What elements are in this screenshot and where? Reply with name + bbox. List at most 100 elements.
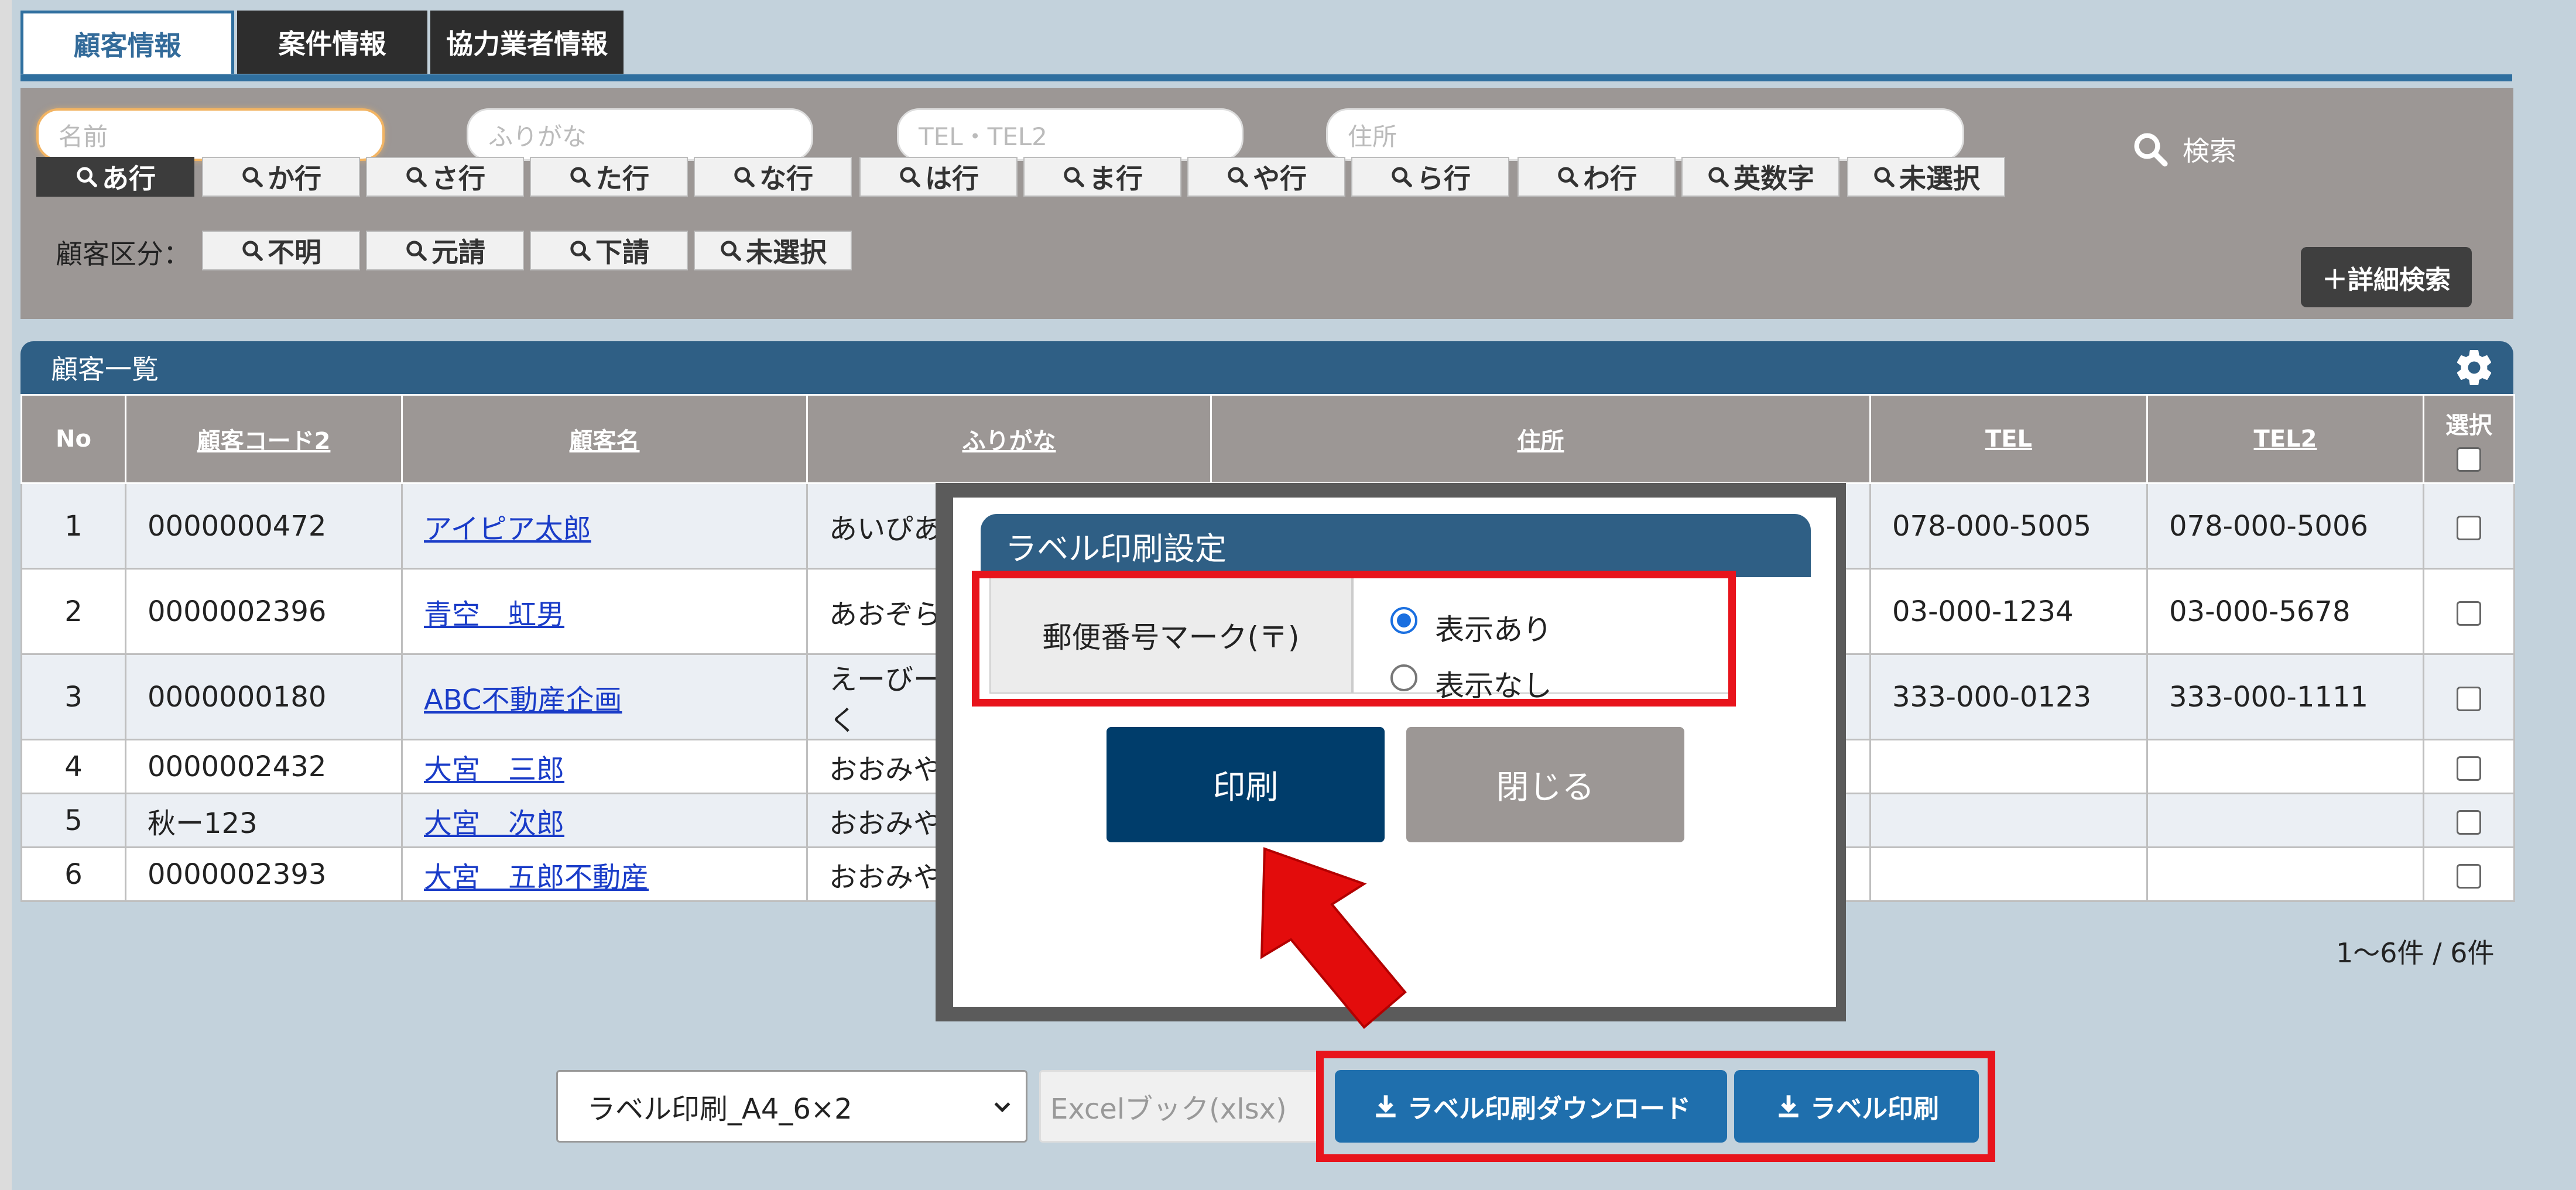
highlight-box-option (972, 571, 1736, 707)
customer-name-link[interactable]: ABC不動産企画 (424, 684, 622, 716)
select-all-checkbox[interactable] (2457, 447, 2481, 472)
row-tel: 078-000-5005 (1869, 482, 2148, 570)
row-no: 5 (20, 793, 126, 848)
kana-filter-8[interactable]: や行 (1187, 157, 1345, 197)
row-select-checkbox[interactable] (2457, 863, 2481, 889)
row-select-checkbox[interactable] (2457, 601, 2481, 626)
detail-search-button[interactable]: ＋詳細検索 (2301, 247, 2472, 307)
col-tel[interactable]: TEL (1869, 394, 2148, 484)
gear-icon[interactable] (2453, 347, 2495, 389)
kana-filter-4[interactable]: た行 (530, 157, 688, 197)
row-tel2 (2146, 739, 2424, 794)
row-code: 0000000180 (125, 653, 403, 740)
category-filter-1[interactable]: 不明 (202, 231, 360, 270)
search-icon (77, 167, 97, 187)
col-address[interactable]: 住所 (1210, 394, 1871, 484)
kana-filter-9[interactable]: ら行 (1351, 157, 1509, 197)
red-arrow-annotation (1260, 847, 1407, 1029)
tab-project-info[interactable]: 案件情報 (237, 11, 427, 74)
col-no: No (20, 394, 126, 484)
col-code[interactable]: 顧客コード2 (125, 394, 403, 484)
search-icon (1874, 167, 1895, 187)
tab-underline (20, 74, 2512, 81)
search-icon (721, 241, 741, 261)
search-panel (20, 88, 2513, 319)
search-icon (1708, 167, 1729, 187)
kana-filter-5[interactable]: な行 (694, 157, 852, 197)
search-label: 検索 (2183, 135, 2236, 167)
category-filter-4[interactable]: 未選択 (694, 231, 852, 270)
name-input[interactable]: 名前 (36, 108, 385, 161)
kana-filter-7[interactable]: ま行 (1023, 157, 1181, 197)
row-select-checkbox[interactable] (2457, 756, 2481, 781)
chevron-down-icon (994, 1102, 1010, 1113)
row-name-cell: 青空 虹男 (401, 568, 808, 655)
search-icon (570, 241, 591, 261)
format-select[interactable]: Excelブック(xlsx) (1039, 1070, 1323, 1143)
table-header-row: No 顧客コード2 顧客名 ふりがな 住所 TEL TEL2 選択 (20, 394, 2515, 484)
kana-filter-label: わ行 (1583, 163, 1637, 194)
search-button[interactable]: 検索 (2131, 130, 2236, 169)
list-title: 顧客一覧 (51, 354, 159, 385)
search-icon (1558, 167, 1578, 187)
row-furigana: おおみや (829, 807, 942, 840)
search-icon (2134, 133, 2168, 167)
kana-filter-label: か行 (268, 163, 321, 194)
row-select-checkbox[interactable] (2457, 810, 2481, 835)
row-tel (1869, 846, 2148, 902)
customer-name-link[interactable]: アイピア太郎 (424, 513, 591, 546)
tab-customer-info[interactable]: 顧客情報 (20, 11, 234, 74)
dialog-print-button[interactable]: 印刷 (1107, 727, 1385, 842)
category-filter-3[interactable]: 下請 (530, 231, 688, 270)
search-icon (242, 241, 263, 261)
address-input[interactable]: 住所 (1326, 108, 1964, 161)
kana-filter-2[interactable]: か行 (202, 157, 360, 197)
col-tel2[interactable]: TEL2 (2146, 394, 2424, 484)
dialog-close-button[interactable]: 閉じる (1406, 727, 1684, 842)
label-print-button[interactable]: ラベル印刷 (1734, 1070, 1979, 1143)
row-select-checkbox[interactable] (2457, 515, 2481, 540)
col-furigana[interactable]: ふりがな (806, 394, 1212, 484)
row-furigana: あいぴあ (829, 512, 942, 546)
customer-name-link[interactable]: 大宮 五郎不動産 (424, 861, 649, 894)
row-furigana-2: く (829, 704, 858, 737)
kana-filter-6[interactable]: は行 (859, 157, 1018, 197)
row-name-cell: 大宮 次郎 (401, 793, 808, 848)
kana-filter-label: ま行 (1089, 163, 1143, 194)
kana-filter-label: は行 (925, 163, 979, 194)
row-select-cell (2423, 846, 2515, 902)
customer-name-link[interactable]: 大宮 三郎 (424, 753, 564, 786)
left-strip (0, 0, 12, 1190)
select-label: 選択 (2445, 412, 2492, 439)
row-tel: 333-000-0123 (1869, 653, 2148, 740)
kana-filter-11[interactable]: 英数字 (1681, 157, 1839, 197)
kana-filter-10[interactable]: わ行 (1517, 157, 1676, 197)
row-name-cell: 大宮 五郎不動産 (401, 846, 808, 902)
kana-filter-1[interactable]: あ行 (36, 157, 194, 197)
customer-name-link[interactable]: 青空 虹男 (424, 598, 564, 631)
kana-filter-12[interactable]: 未選択 (1847, 157, 2005, 197)
row-furigana: おおみや (829, 753, 942, 786)
furigana-input[interactable]: ふりがな (467, 108, 813, 161)
kana-filter-3[interactable]: さ行 (366, 157, 524, 197)
row-furigana: おおみや (829, 860, 942, 894)
tel-input[interactable]: TEL・TEL2 (897, 108, 1244, 161)
category-filter-label: 下請 (595, 236, 649, 268)
col-name[interactable]: 顧客名 (401, 394, 808, 484)
tab-partner-info[interactable]: 協力業者情報 (430, 11, 624, 74)
row-select-checkbox[interactable] (2457, 686, 2481, 711)
kana-filter-label: さ行 (431, 163, 485, 194)
category-filter-label: 元請 (431, 236, 485, 268)
category-filter-2[interactable]: 元請 (366, 231, 524, 270)
row-select-cell (2423, 653, 2515, 740)
row-no: 3 (20, 653, 126, 740)
search-icon (1392, 167, 1412, 187)
label-download-button[interactable]: ラベル印刷ダウンロード (1335, 1070, 1727, 1143)
row-code: 0000002432 (125, 739, 403, 794)
col-select: 選択 (2423, 394, 2515, 484)
customer-name-link[interactable]: 大宮 次郎 (424, 807, 564, 840)
row-code: 0000000472 (125, 482, 403, 570)
kana-filter-label: 未選択 (1899, 163, 1980, 194)
template-select[interactable]: ラベル印刷_A4_6×2 (556, 1070, 1027, 1143)
download-icon (1376, 1095, 1396, 1117)
